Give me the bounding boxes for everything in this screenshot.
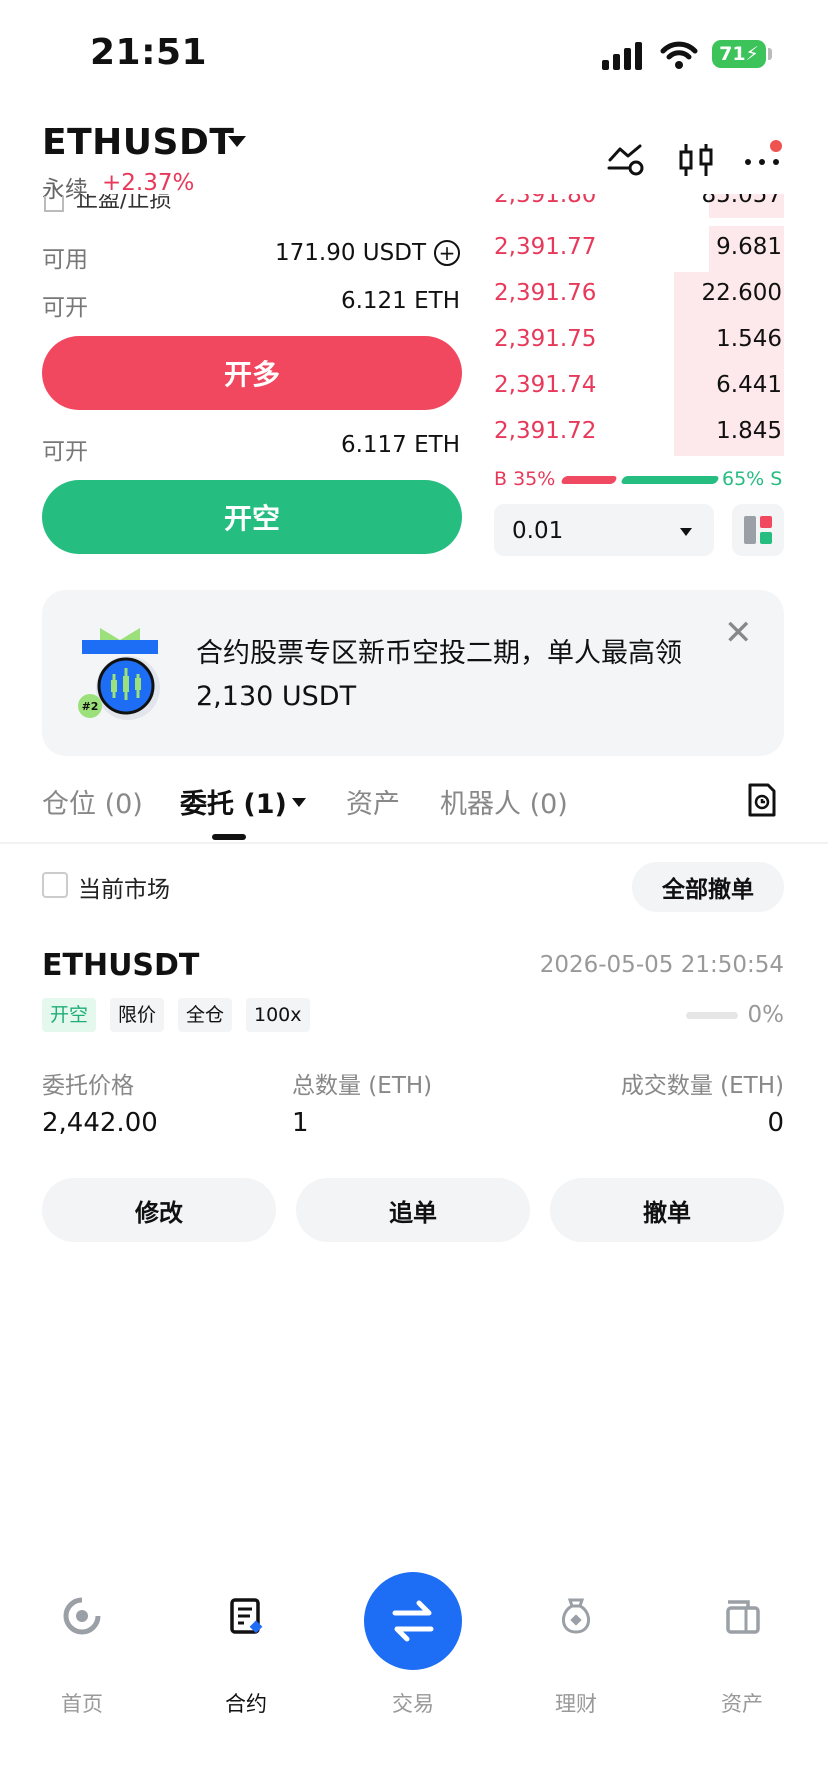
swap-icon: [392, 1600, 434, 1642]
nav-finance-label[interactable]: 理财: [516, 1688, 636, 1718]
chase-button[interactable]: 追单: [296, 1178, 530, 1242]
finance-icon: [562, 1598, 590, 1634]
open-short-label: 可开: [42, 439, 88, 465]
banner-badge: #2: [82, 700, 99, 713]
orderbook-ask-row[interactable]: 2,391.72 1.845: [494, 410, 784, 456]
buy-ratio: B 35%: [494, 468, 556, 490]
tab-positions[interactable]: 仓位 (0): [42, 782, 143, 821]
ask-price: 2,391.72: [494, 418, 597, 444]
precision-value: 0.01: [512, 518, 564, 544]
wallet-icon: [726, 1600, 760, 1634]
tab-assets[interactable]: 资产: [346, 782, 400, 821]
orderbook-ask-row[interactable]: 2,391.76 22.600: [494, 272, 784, 318]
chevron-down-icon[interactable]: [228, 136, 246, 147]
orderbook-row-cut[interactable]: 2,391.80 85.057: [494, 194, 784, 218]
tpsl-checkbox[interactable]: [44, 196, 64, 212]
buy-ratio-bar: [560, 476, 618, 484]
layout-icon: [744, 516, 772, 544]
order-tag-leverage: 100x: [246, 998, 310, 1032]
orderbook-ask-row[interactable]: 2,391.75 1.546: [494, 318, 784, 364]
contract-icon: [230, 1598, 263, 1634]
nav-trade-label[interactable]: 交易: [353, 1688, 473, 1718]
tab-bots[interactable]: 机器人 (0): [440, 782, 568, 821]
order-tag-margin: 全仓: [178, 998, 233, 1032]
trade-button[interactable]: [364, 1572, 462, 1670]
nav-home[interactable]: [22, 1596, 142, 1640]
close-icon[interactable]: ✕: [724, 616, 753, 650]
order-pair: ETHUSDT: [42, 948, 200, 983]
nav-contract-label[interactable]: 合约: [186, 1688, 306, 1718]
signal-icon: [602, 42, 642, 70]
chevron-down-icon[interactable]: [292, 798, 306, 807]
fill-progress-text: 0%: [747, 1002, 785, 1028]
banner-text: 合约股票专区新币空投二期，单人最高领 2,130 USDT: [196, 638, 682, 712]
orderbook-layout-button[interactable]: [732, 504, 784, 556]
open-long-value: 6.121 ETH: [340, 288, 460, 314]
orderbook-ask-row[interactable]: 2,391.77 9.681: [494, 226, 784, 272]
orderbook-ask-row[interactable]: 2,391.74 6.441: [494, 364, 784, 410]
open-long-label: 可开: [42, 295, 88, 321]
wifi-icon: [660, 41, 698, 69]
price-value: 2,442.00: [42, 1108, 158, 1138]
open-short-button[interactable]: 开空: [42, 480, 462, 554]
nav-finance[interactable]: [516, 1596, 636, 1640]
order-tag-type: 限价: [110, 998, 165, 1032]
nav-home-label[interactable]: 首页: [22, 1688, 142, 1718]
ask-price: 2,391.75: [494, 326, 597, 352]
home-icon: [63, 1597, 101, 1635]
add-funds-icon[interactable]: +: [434, 240, 460, 266]
ask-price: 2,391.76: [494, 280, 597, 306]
total-label: 总数量 (ETH): [292, 1073, 433, 1099]
battery-cap: [768, 48, 772, 60]
ask-qty: 6.441: [716, 372, 782, 398]
status-time: 21:51: [90, 32, 208, 73]
nav-assets[interactable]: [682, 1596, 802, 1640]
order-time: 2026-05-05 21:50:54: [539, 952, 784, 978]
sell-ratio: 65% S: [722, 468, 783, 490]
fill-progress-bar: [686, 1012, 738, 1019]
divider: [0, 842, 828, 844]
filled-label: 成交数量 (ETH): [620, 1073, 784, 1099]
ask-qty: 22.600: [701, 280, 782, 306]
airdrop-coin-icon: #2: [78, 628, 160, 720]
open-long-button[interactable]: 开多: [42, 336, 462, 410]
available-value: 171.90 USDT: [275, 240, 426, 266]
active-tab-indicator: [212, 834, 246, 840]
cancel-order-button[interactable]: 撤单: [550, 1178, 784, 1242]
ask-price: 2,391.77: [494, 234, 597, 260]
modify-button[interactable]: 修改: [42, 1178, 276, 1242]
order-tag-side: 开空: [42, 998, 97, 1032]
chart-settings-icon[interactable]: [606, 140, 646, 180]
available-label: 可用: [42, 247, 88, 273]
filled-value: 0: [767, 1108, 784, 1138]
pair-selector[interactable]: ETHUSDT: [42, 122, 234, 163]
order-history-icon[interactable]: [746, 782, 778, 818]
open-short-value: 6.117 ETH: [340, 432, 460, 458]
price-label: 委托价格: [42, 1073, 134, 1099]
ask-qty: 9.681: [716, 234, 782, 260]
price-change: +2.37%: [102, 170, 195, 196]
battery-level: 71: [719, 43, 746, 65]
ask-price: 2,391.74: [494, 372, 597, 398]
total-value: 1: [292, 1108, 309, 1138]
notification-dot: [770, 140, 782, 152]
nav-assets-label[interactable]: 资产: [682, 1688, 802, 1718]
current-market-checkbox[interactable]: [42, 872, 68, 898]
sell-ratio-bar: [620, 476, 720, 484]
ask-qty: 1.546: [716, 326, 782, 352]
ask-qty: 1.845: [716, 418, 782, 444]
nav-contract[interactable]: [186, 1596, 306, 1640]
tab-orders[interactable]: 委托 (1): [180, 782, 287, 821]
ask-qty: 85.057: [701, 194, 782, 208]
ask-price: 2,391.80: [494, 194, 597, 208]
current-market-label[interactable]: 当前市场: [78, 870, 170, 904]
chevron-down-icon: [680, 528, 692, 536]
tpsl-label: 止盈/止损: [76, 194, 172, 213]
candlestick-icon[interactable]: [676, 140, 716, 180]
battery-icon: 71 ⚡: [712, 40, 766, 68]
cancel-all-button[interactable]: 全部撤单: [632, 862, 784, 912]
